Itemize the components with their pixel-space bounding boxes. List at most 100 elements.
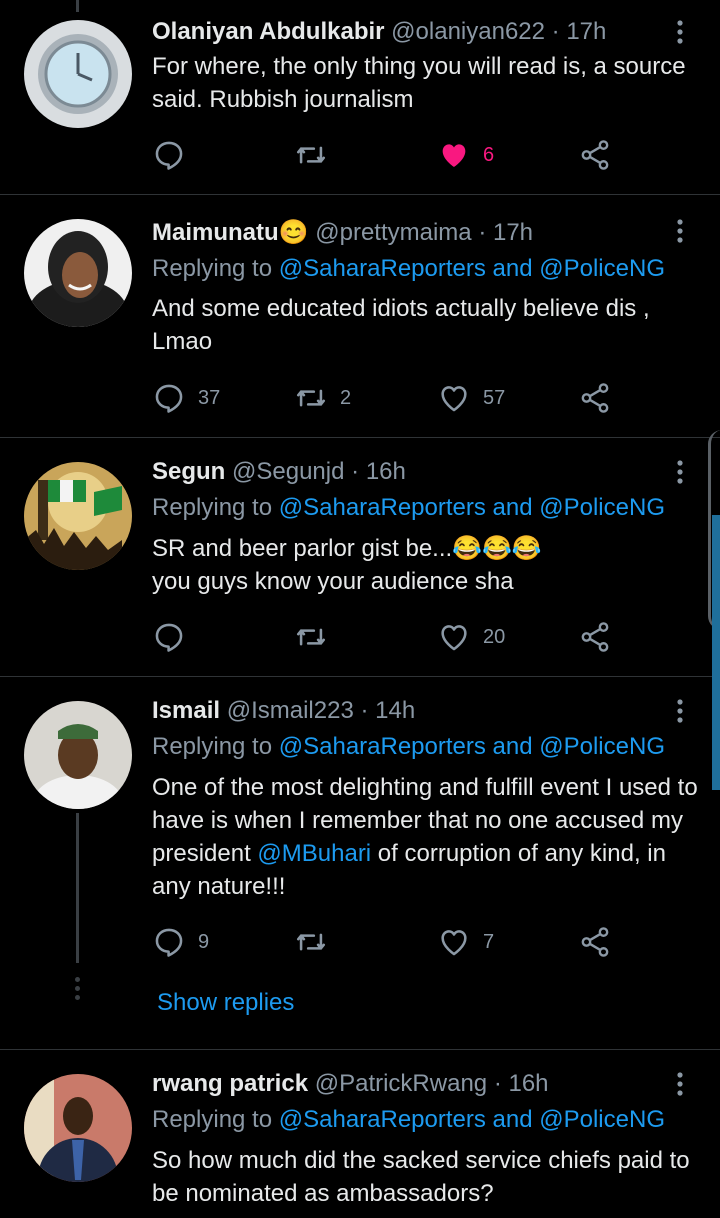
more-vertical-icon[interactable] xyxy=(668,458,692,486)
thread-line xyxy=(76,813,79,963)
share-button[interactable] xyxy=(578,617,612,657)
heart-icon xyxy=(437,381,471,415)
tweet-text: SR and beer parlor gist be...😂😂😂 you guy… xyxy=(152,532,702,598)
reply-icon xyxy=(152,138,186,172)
retweet-icon xyxy=(294,381,328,415)
replying-to-links[interactable]: @SaharaReporters and @PoliceNG xyxy=(279,733,665,760)
display-name[interactable]: Ismail xyxy=(152,697,220,724)
tweet-actions: 6 xyxy=(152,135,672,175)
like-button[interactable]: 6 xyxy=(437,135,494,175)
like-count: 7 xyxy=(483,930,495,953)
display-name[interactable]: Olaniyan Abdulkabir xyxy=(152,18,385,45)
reply-icon xyxy=(152,381,186,415)
replying-to-links[interactable]: @SaharaReporters and @PoliceNG xyxy=(279,255,665,282)
user-handle[interactable]: @olaniyan622 xyxy=(391,18,545,45)
timestamp[interactable]: 16h xyxy=(508,1070,548,1097)
tweet-actions: 37 2 57 xyxy=(152,378,672,418)
retweet-count: 2 xyxy=(340,386,352,409)
tweet-header: Segun @Segunjd · 16h xyxy=(152,458,406,486)
avatar[interactable] xyxy=(24,219,132,327)
heart-icon xyxy=(437,925,471,959)
retweet-button[interactable] xyxy=(294,135,328,175)
user-handle[interactable]: @PatrickRwang xyxy=(315,1070,487,1097)
timestamp[interactable]: 14h xyxy=(375,697,415,724)
replying-to-links[interactable]: @SaharaReporters and @PoliceNG xyxy=(279,1106,665,1133)
reply-button[interactable]: 9 xyxy=(152,922,209,962)
timestamp[interactable]: 16h xyxy=(366,458,406,485)
retweet-icon xyxy=(294,138,328,172)
replying-prefix: Replying to xyxy=(152,1106,273,1133)
share-icon xyxy=(578,925,612,959)
replying-prefix: Replying to xyxy=(152,255,273,282)
retweet-button[interactable] xyxy=(294,922,328,962)
reply-button[interactable] xyxy=(152,135,186,175)
separator-dot: · xyxy=(551,18,560,45)
user-handle[interactable]: @prettymaima xyxy=(315,219,471,246)
replying-to: Replying to @SaharaReporters and @Police… xyxy=(152,1106,665,1134)
mention-link[interactable]: @MBuhari xyxy=(257,840,371,867)
replying-to: Replying to @SaharaReporters and @Police… xyxy=(152,494,665,522)
tweet-text: One of the most delighting and fulfill e… xyxy=(152,771,702,903)
replying-prefix: Replying to xyxy=(152,733,273,760)
more-vertical-icon[interactable] xyxy=(668,18,692,46)
separator-dot: · xyxy=(360,697,369,724)
tweet-olaniyan[interactable]: Olaniyan Abdulkabir @olaniyan622 · 17h F… xyxy=(0,0,720,194)
tweet-header: rwang patrick @PatrickRwang · 16h xyxy=(152,1070,549,1098)
like-count: 20 xyxy=(483,625,506,648)
tweet-maimunatu[interactable]: Maimunatu😊 @prettymaima · 17h Replying t… xyxy=(0,195,720,437)
retweet-icon xyxy=(294,620,328,654)
tweet-ismail[interactable]: Ismail @Ismail223 · 14h Replying to @Sah… xyxy=(0,677,720,1049)
tweet-text: So how much did the sacked service chief… xyxy=(152,1147,690,1207)
separator-dot: · xyxy=(478,219,487,246)
tweet-text-line: you guys know your audience sha xyxy=(152,568,514,595)
more-vertical-icon[interactable] xyxy=(668,217,692,245)
like-button[interactable]: 7 xyxy=(437,922,494,962)
retweet-button[interactable]: 2 xyxy=(294,378,351,418)
share-icon xyxy=(578,381,612,415)
heart-icon xyxy=(437,620,471,654)
avatar[interactable] xyxy=(24,1074,132,1182)
like-button[interactable]: 20 xyxy=(437,617,505,657)
tweet-header: Olaniyan Abdulkabir @olaniyan622 · 17h xyxy=(152,18,606,46)
more-vertical-icon[interactable] xyxy=(668,697,692,725)
share-button[interactable] xyxy=(578,922,612,962)
retweet-button[interactable] xyxy=(294,617,328,657)
tweet-header: Ismail @Ismail223 · 14h xyxy=(152,697,415,725)
tweet-segun[interactable]: Segun @Segunjd · 16h Replying to @Sahara… xyxy=(0,438,720,676)
share-icon xyxy=(578,138,612,172)
user-handle[interactable]: @Ismail223 xyxy=(227,697,354,724)
tweet-text: And some educated idiots actually believ… xyxy=(152,295,650,355)
like-button[interactable]: 57 xyxy=(437,378,505,418)
thread-line xyxy=(76,0,79,12)
tweet-actions: 20 xyxy=(152,617,672,657)
replying-to-links[interactable]: @SaharaReporters and @PoliceNG xyxy=(279,494,665,521)
display-name[interactable]: Maimunatu😊 xyxy=(152,219,309,246)
more-vertical-icon[interactable] xyxy=(668,1070,692,1098)
replying-prefix: Replying to xyxy=(152,494,273,521)
timestamp[interactable]: 17h xyxy=(493,219,533,246)
show-replies-link[interactable]: Show replies xyxy=(157,989,294,1017)
separator-dot: · xyxy=(351,458,360,485)
tweet-rwang[interactable]: rwang patrick @PatrickRwang · 16h Replyi… xyxy=(0,1050,720,1218)
avatar[interactable] xyxy=(24,701,132,809)
avatar[interactable] xyxy=(24,462,132,570)
scrollbar-thumb[interactable] xyxy=(712,515,720,790)
reply-button[interactable]: 37 xyxy=(152,378,220,418)
tweet-header: Maimunatu😊 @prettymaima · 17h xyxy=(152,219,533,247)
tweet-text-line: SR and beer parlor gist be...😂😂😂 xyxy=(152,535,542,562)
thread-dots xyxy=(75,977,80,1004)
reply-button[interactable] xyxy=(152,617,186,657)
separator-dot: · xyxy=(493,1070,502,1097)
avatar[interactable] xyxy=(24,20,132,128)
timestamp[interactable]: 17h xyxy=(566,18,606,45)
display-name[interactable]: Segun xyxy=(152,458,225,485)
like-count: 6 xyxy=(483,143,495,166)
retweet-icon xyxy=(294,925,328,959)
display-name[interactable]: rwang patrick xyxy=(152,1070,308,1097)
user-handle[interactable]: @Segunjd xyxy=(232,458,344,485)
replying-to: Replying to @SaharaReporters and @Police… xyxy=(152,733,665,761)
reply-icon xyxy=(152,925,186,959)
share-button[interactable] xyxy=(578,135,612,175)
share-button[interactable] xyxy=(578,378,612,418)
reply-icon xyxy=(152,620,186,654)
